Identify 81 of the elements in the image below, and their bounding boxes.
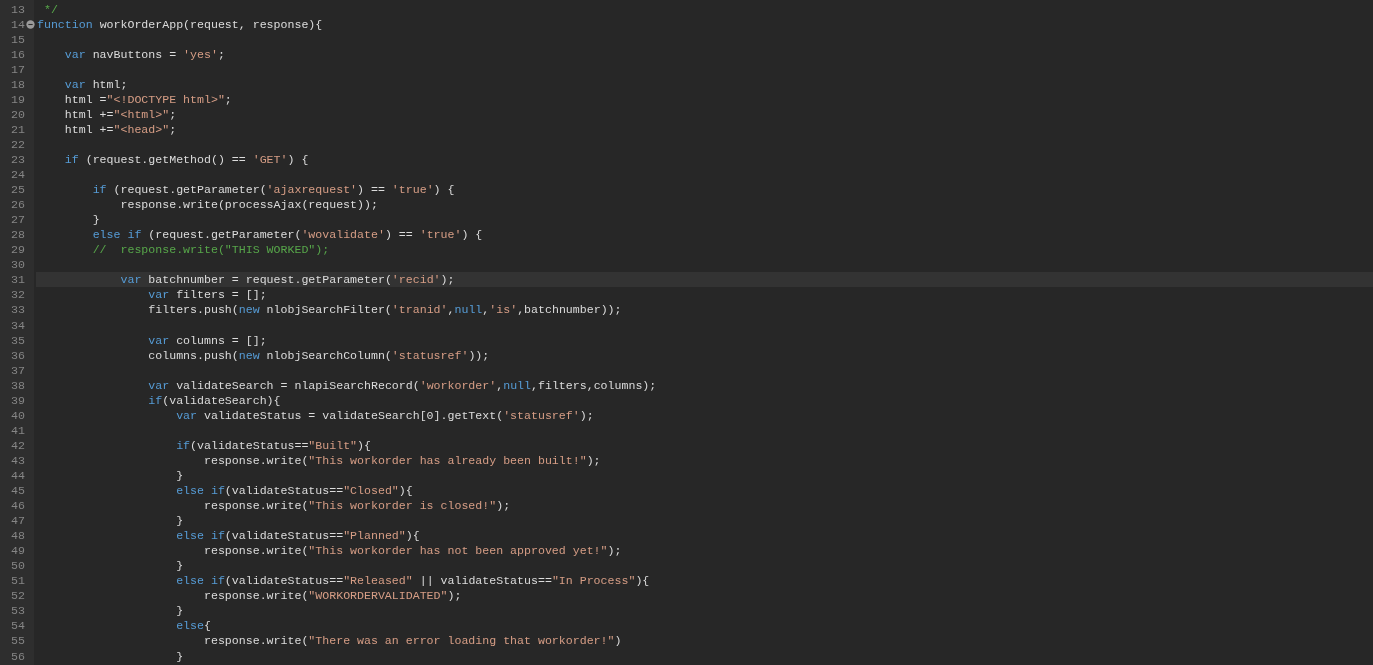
code-line: else if (request.getParameter('wovalidate') == 'true') { — [91, 227, 483, 243]
code-line: response.write("This workorder has already been built!"); — [202, 452, 601, 468]
code-line: */ — [42, 1, 58, 17]
code-line: if (request.getParameter('ajaxrequest') == 'true') { — [91, 182, 455, 198]
line-number: 24 — [10, 167, 25, 183]
line-number: 28 — [10, 227, 25, 243]
line-number: 43 — [10, 452, 25, 468]
code-line: response.write("This workorder has not been approved yet!"); — [202, 543, 622, 559]
line-number: 44 — [10, 467, 25, 483]
line-number: 17 — [10, 61, 25, 77]
line-number: 35 — [10, 332, 25, 348]
code-line: html ="<!DOCTYPE html>"; — [63, 91, 232, 107]
line-number: 23 — [10, 152, 25, 167]
code-line: else if(validateStatus=="Released" || validateStatus=="In Process"){ — [175, 573, 650, 589]
code-line: filters.push(new nlobjSearchFilter('tranid',null,'is',batchnumber)); — [147, 302, 622, 318]
code-line: response.write(processAjax(request)); — [119, 197, 378, 213]
code-line: var html; — [63, 76, 128, 92]
line-number: 15 — [10, 31, 25, 47]
code-line: response.write("WORKORDERVALIDATED"); — [202, 588, 462, 604]
code-line: html +="<head>"; — [63, 121, 177, 137]
line-number: 21 — [10, 121, 25, 137]
code-line: var validateSearch = nlapiSearchRecord('workorder',null,filters,columns); — [147, 377, 657, 393]
line-number: 33 — [10, 302, 25, 318]
line-number: 38 — [10, 377, 25, 393]
line-number: 55 — [10, 633, 25, 649]
line-number: 26 — [10, 197, 25, 213]
line-number: 25 — [10, 182, 25, 198]
code-line: var validateStatus = validateSearch[0].getText('statusref'); — [175, 407, 594, 423]
code-line: if (request.getMethod() == 'GET') { — [63, 152, 309, 167]
code-line: } — [175, 558, 184, 574]
line-number: 51 — [10, 573, 25, 589]
code-line: } — [175, 648, 184, 664]
line-number: 16 — [10, 46, 25, 62]
line-number: 53 — [10, 603, 25, 619]
line-number: 45 — [10, 483, 25, 498]
code-line: } — [175, 513, 184, 529]
line-number: 27 — [10, 212, 25, 228]
code-line: } — [175, 467, 184, 483]
code-line: function workOrderApp(request, response){ — [37, 16, 323, 32]
line-number: 47 — [10, 513, 25, 529]
code-line: if(validateStatus=="Built"){ — [175, 437, 371, 453]
code-line: if(validateSearch){ — [147, 392, 281, 408]
code-line: response.write("This workorder is closed!"); — [202, 498, 511, 514]
code-line: columns.push(new nlobjSearchColumn('statusref')); — [147, 347, 490, 363]
code-line: html +="<html>"; — [63, 106, 177, 122]
line-number: 40 — [10, 407, 25, 423]
line-number: 52 — [10, 588, 25, 604]
line-number: 50 — [10, 558, 25, 574]
line-number: 34 — [10, 317, 25, 333]
code-line: var batchnumber = request.getParameter('recid'); — [119, 272, 455, 288]
line-number: 46 — [10, 498, 25, 514]
line-number: 18 — [10, 76, 25, 92]
collapse-icon[interactable] — [26, 19, 35, 29]
line-number: 22 — [10, 136, 25, 152]
code-line: var columns = []; — [147, 332, 267, 348]
code-line: // response.write("THIS WORKED"); — [91, 242, 330, 258]
line-number: 32 — [10, 287, 25, 303]
code-line: else{ — [175, 618, 211, 634]
line-number: 13 — [10, 1, 25, 17]
line-number: 41 — [10, 422, 25, 438]
line-number: 31 — [10, 272, 25, 288]
line-number: 14 — [10, 16, 25, 32]
line-number: 49 — [10, 543, 25, 559]
line-number: 29 — [10, 242, 25, 258]
line-number: 42 — [10, 437, 25, 453]
line-number: 19 — [10, 91, 25, 107]
code-line: var filters = []; — [147, 287, 267, 303]
line-number: 20 — [10, 106, 25, 122]
code-line: var navButtons = 'yes'; — [63, 46, 225, 62]
line-number: 39 — [10, 392, 25, 408]
code-line: response.write("There was an error loading that workorder!") — [202, 633, 622, 649]
line-number: 56 — [10, 648, 25, 664]
line-number: 36 — [10, 347, 25, 363]
code-line: } — [175, 603, 184, 619]
code-line: else if(validateStatus=="Closed"){ — [175, 483, 413, 498]
line-number: 30 — [10, 257, 25, 273]
line-number: 37 — [10, 362, 25, 378]
line-number: 54 — [10, 618, 25, 634]
code-line: } — [91, 212, 100, 228]
code-line: else if(validateStatus=="Planned"){ — [175, 528, 420, 544]
line-number: 48 — [10, 528, 25, 544]
